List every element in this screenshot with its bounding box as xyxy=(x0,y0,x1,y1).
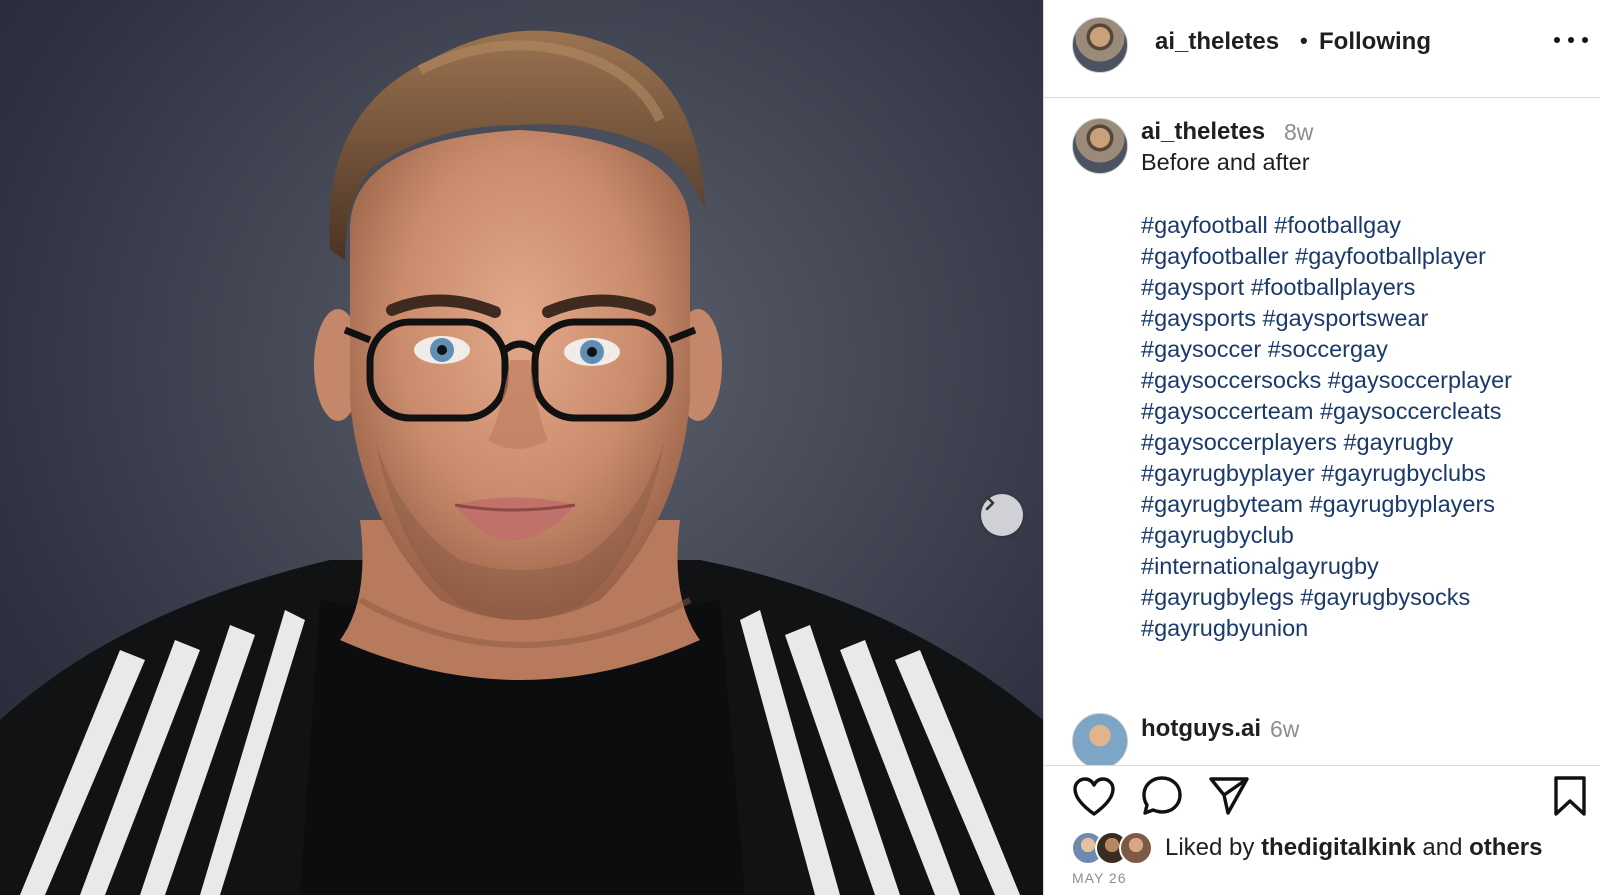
hashtag-link[interactable]: #gayrugbyunion xyxy=(1141,615,1308,641)
caption-author[interactable]: ai_theletes xyxy=(1141,118,1265,146)
caption-timestamp[interactable]: 8w xyxy=(1284,119,1313,146)
hashtag-link[interactable]: #gayfootballer xyxy=(1141,243,1289,269)
author-username[interactable]: ai_theletes xyxy=(1155,28,1279,56)
post-date: MAY 26 xyxy=(1072,870,1127,886)
hashtag-line: #gayrugbylegs #gayrugbysocks xyxy=(1141,582,1561,613)
hashtag-line: #gayrugbyplayer #gayrugbyclubs xyxy=(1141,458,1561,489)
send-icon[interactable] xyxy=(1208,775,1250,817)
likes-text: Liked by thedigitalkink and others xyxy=(1165,834,1543,862)
hashtag-link[interactable]: #gayfootballplayer xyxy=(1295,243,1486,269)
author-avatar[interactable] xyxy=(1072,17,1128,73)
action-bar: Liked by thedigitalkink and others MAY 2… xyxy=(1044,765,1600,895)
hashtag-line: #gayrugbyunion xyxy=(1141,613,1561,644)
caption-text: Before and after xyxy=(1141,149,1310,175)
post-header: ai_theletes • Following xyxy=(1044,0,1600,98)
hashtag-link[interactable]: #gaysoccerteam xyxy=(1141,398,1313,424)
hashtag-link[interactable]: #gayrugby xyxy=(1343,429,1453,455)
caption-section: ai_theletes 8w Before and after #gayfoot… xyxy=(1044,98,1600,765)
hashtag-link[interactable]: #gayrugbyplayer xyxy=(1141,460,1315,486)
comment-author[interactable]: hotguys.ai xyxy=(1141,715,1261,743)
likes-prefix: Liked by xyxy=(1165,834,1255,861)
caption-author-avatar[interactable] xyxy=(1072,118,1128,174)
comment-timestamp[interactable]: 6w xyxy=(1270,716,1299,743)
commenter-avatar[interactable] xyxy=(1072,713,1128,765)
hashtag-link[interactable]: #gayrugbyplayers xyxy=(1310,491,1496,517)
liker-avatar xyxy=(1119,831,1153,865)
hashtag-link[interactable]: #gaysoccer xyxy=(1141,336,1261,362)
hashtag-link[interactable]: #gayfootball xyxy=(1141,212,1268,238)
hashtag-link[interactable]: #soccergay xyxy=(1268,336,1388,362)
hashtag-line: #gayrugbyclub xyxy=(1141,520,1561,551)
hashtag-link[interactable]: #footballgay xyxy=(1274,212,1401,238)
likes-and: and xyxy=(1422,834,1463,861)
hashtag-link[interactable]: #gayrugbyclub xyxy=(1141,522,1294,548)
hashtag-line: #gaysport #footballplayers xyxy=(1141,272,1561,303)
hashtag-link[interactable]: #gayrugbyclubs xyxy=(1321,460,1486,486)
likes-user[interactable]: thedigitalkink xyxy=(1261,834,1416,861)
hashtag-line: #gaysoccer #soccergay xyxy=(1141,334,1561,365)
hashtag-line: #gayfootballer #gayfootballplayer xyxy=(1141,241,1561,272)
hashtag-link[interactable]: #footballplayers xyxy=(1251,274,1416,300)
post-photo xyxy=(0,30,1043,895)
hashtag-line: #gayrugbyteam #gayrugbyplayers xyxy=(1141,489,1561,520)
likes-others[interactable]: others xyxy=(1469,834,1542,861)
hashtag-link[interactable]: #gaysoccerplayer xyxy=(1328,367,1512,393)
following-button[interactable]: Following xyxy=(1319,28,1431,56)
next-image-button[interactable] xyxy=(981,494,1023,536)
separator-dot: • xyxy=(1300,28,1308,53)
post-media[interactable] xyxy=(0,0,1043,895)
hashtag-link[interactable]: #gaysoccersocks xyxy=(1141,367,1321,393)
comment-icon[interactable] xyxy=(1141,775,1183,817)
hashtag-link[interactable]: #gaysoccercleats xyxy=(1320,398,1502,424)
hashtag-link[interactable]: #internationalgayrugby xyxy=(1141,553,1379,579)
hashtag-link[interactable]: #gayrugbylegs xyxy=(1141,584,1294,610)
hashtag-link[interactable]: #gaysports xyxy=(1141,305,1256,331)
hashtag-link[interactable]: #gayrugbyteam xyxy=(1141,491,1303,517)
hashtag-line: #gayfootball #footballgay xyxy=(1141,210,1561,241)
hashtag-link[interactable]: #gaysport xyxy=(1141,274,1244,300)
likes-summary[interactable]: Liked by thedigitalkink and others xyxy=(1071,828,1543,868)
hashtag-line: #gaysoccerteam #gaysoccercleats xyxy=(1141,396,1561,427)
hashtag-link[interactable]: #gaysportswear xyxy=(1262,305,1428,331)
hashtag-link[interactable]: #gaysoccerplayers xyxy=(1141,429,1337,455)
hashtag-line: #gaysoccersocks #gaysoccerplayer xyxy=(1141,365,1561,396)
post-panel: ai_theletes • Following ai_theletes 8w B… xyxy=(1043,0,1600,895)
chevron-right-icon xyxy=(985,495,995,511)
heart-icon[interactable] xyxy=(1072,776,1116,818)
bookmark-icon[interactable] xyxy=(1552,775,1588,817)
more-options-icon[interactable] xyxy=(1554,30,1588,50)
hashtag-line: #gaysports #gaysportswear xyxy=(1141,303,1561,334)
hashtag-link[interactable]: #gayrugbysocks xyxy=(1300,584,1470,610)
hashtag-line: #internationalgayrugby xyxy=(1141,551,1561,582)
hashtag-list: #gayfootball #footballgay #gayfootballer … xyxy=(1141,210,1561,644)
hashtag-line: #gaysoccerplayers #gayrugby xyxy=(1141,427,1561,458)
